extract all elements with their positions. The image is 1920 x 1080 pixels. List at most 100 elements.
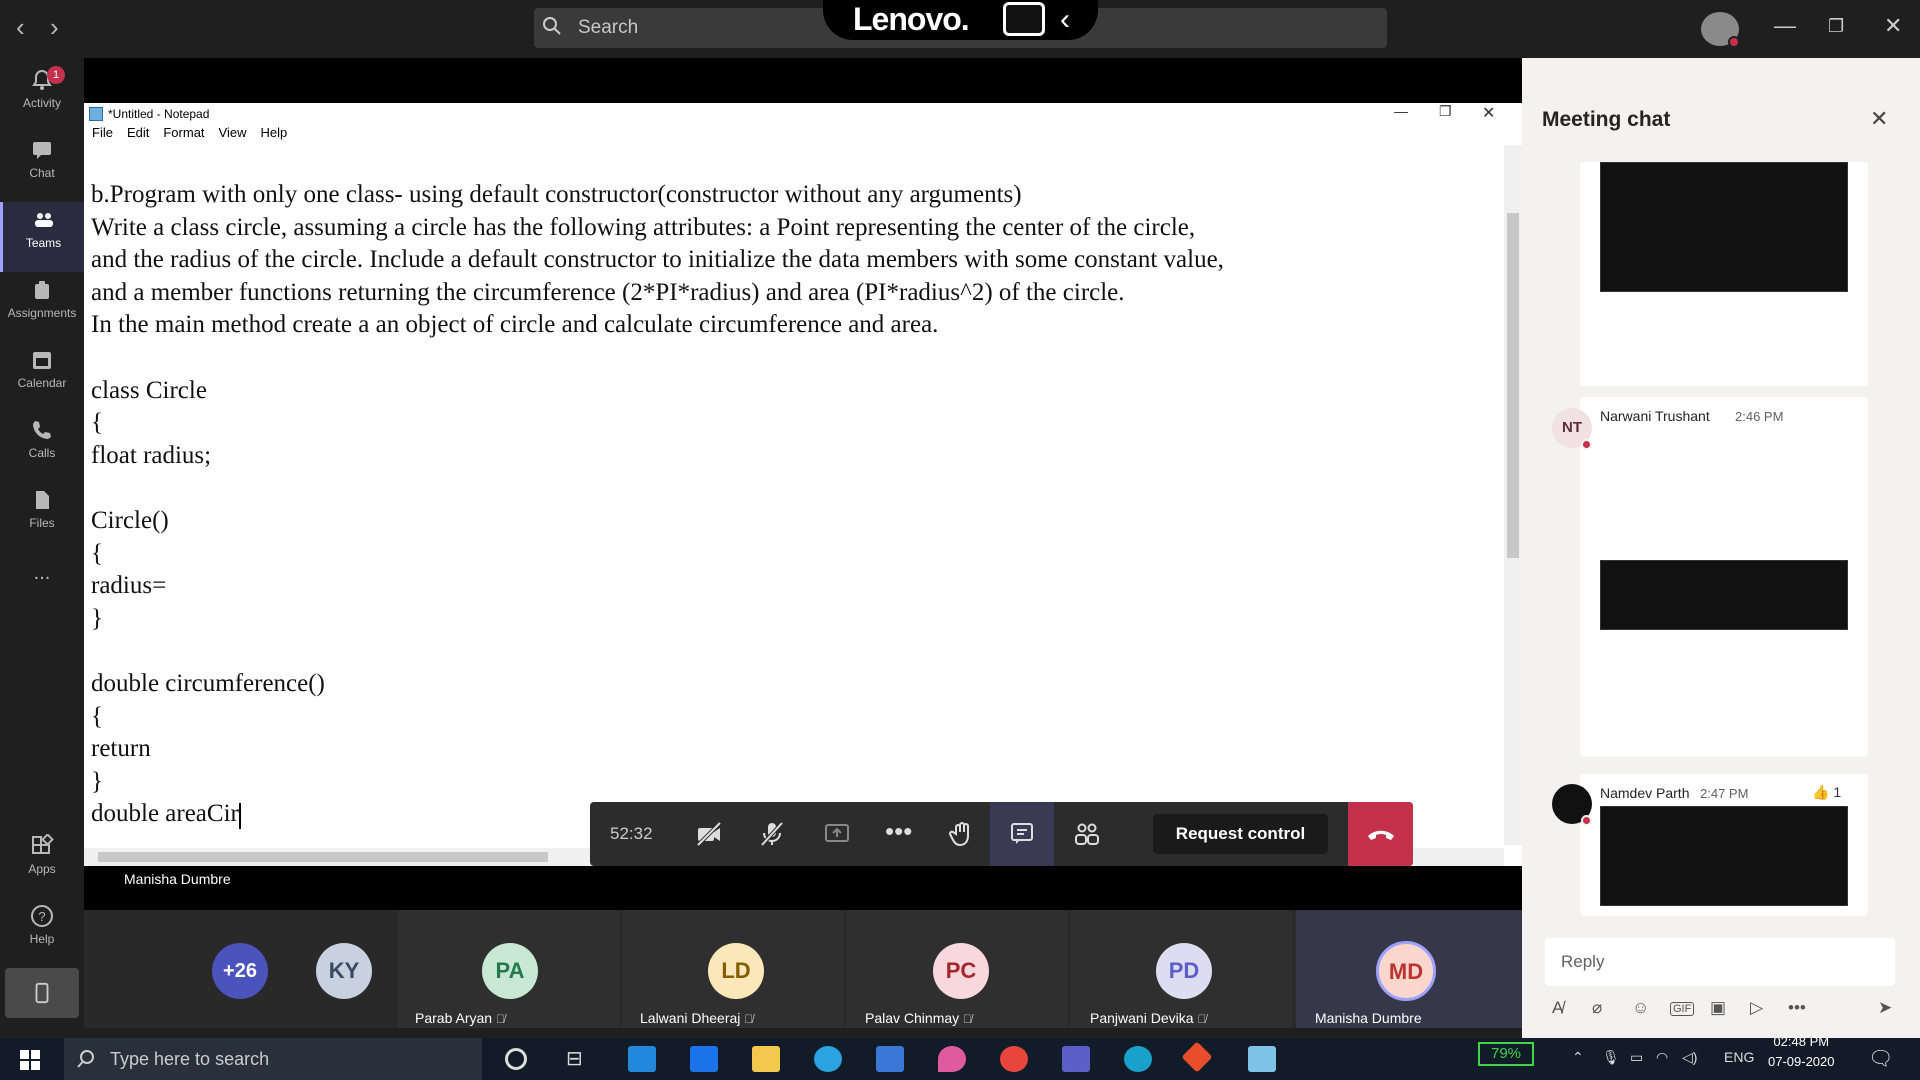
menu-file[interactable]: File bbox=[92, 125, 113, 140]
task-view-icon[interactable]: ⊟ bbox=[566, 1046, 594, 1072]
share-screen-icon[interactable] bbox=[823, 820, 851, 848]
more-options-icon[interactable]: ••• bbox=[1788, 998, 1806, 1018]
rail-label: Apps bbox=[28, 862, 56, 876]
avatar: PC bbox=[933, 943, 989, 999]
emoji-icon[interactable]: ☺ bbox=[1632, 998, 1649, 1018]
lenovo-collapse-icon[interactable]: ‹ bbox=[1060, 3, 1070, 37]
rail-item-teams[interactable]: Teams bbox=[0, 202, 84, 272]
praise-icon[interactable]: ▷ bbox=[1750, 998, 1763, 1018]
minimize-icon[interactable]: — bbox=[1774, 13, 1796, 39]
calculator-icon[interactable] bbox=[876, 1046, 904, 1072]
message-sender: Namdev Parth bbox=[1600, 785, 1690, 801]
rail-item-help[interactable]: ? Help bbox=[0, 898, 84, 968]
apps-icon bbox=[32, 834, 54, 854]
taskbar-search-input[interactable]: Type here to search bbox=[64, 1038, 482, 1080]
rail-item-apps[interactable]: Apps bbox=[0, 828, 84, 898]
rail-label: Help bbox=[29, 932, 55, 946]
presence-busy-icon bbox=[1581, 815, 1592, 826]
taskbar-clock[interactable]: 02:48 PM 07-09-2020 bbox=[1768, 1032, 1835, 1072]
participant-tile[interactable]: LD Lalwani Dheeraj 🎙̸ bbox=[622, 910, 844, 1028]
menu-edit[interactable]: Edit bbox=[127, 125, 149, 140]
language-indicator[interactable]: ENG bbox=[1724, 1049, 1754, 1065]
mail-icon[interactable] bbox=[690, 1046, 718, 1072]
notepad-title: *Untitled - Notepad bbox=[108, 107, 210, 121]
participant-tile[interactable]: PC Palav Chinmay 🎙̸ bbox=[846, 910, 1068, 1028]
screenshot-image[interactable] bbox=[1600, 162, 1848, 292]
telegram-icon[interactable] bbox=[814, 1046, 842, 1072]
notepad-text-area[interactable]: b.Program with only one class- using def… bbox=[91, 179, 1491, 831]
clock-time: 02:48 PM bbox=[1773, 1034, 1830, 1049]
search-icon bbox=[77, 1050, 94, 1068]
assignments-icon bbox=[35, 281, 49, 299]
sticker-icon[interactable]: ▣ bbox=[1710, 998, 1726, 1018]
menu-format[interactable]: Format bbox=[163, 125, 204, 140]
show-hidden-icons-icon[interactable]: ⌃ bbox=[1572, 1049, 1584, 1066]
attach-icon[interactable]: ⌀ bbox=[1592, 998, 1602, 1018]
screenshot-image[interactable] bbox=[1600, 560, 1848, 630]
mobile-device-icon bbox=[35, 982, 49, 1004]
cortana-icon[interactable] bbox=[505, 1048, 527, 1070]
teams-taskbar-icon[interactable] bbox=[1062, 1046, 1090, 1072]
rail-label: Calendar bbox=[17, 376, 67, 390]
lenovo-logo: Lenovo. bbox=[853, 1, 970, 37]
rail-item-activity[interactable]: Activity bbox=[0, 62, 84, 132]
request-control-button[interactable]: Request control bbox=[1153, 814, 1328, 854]
device-button[interactable] bbox=[5, 968, 79, 1018]
git-icon[interactable] bbox=[1181, 1041, 1213, 1073]
close-icon[interactable]: ✕ bbox=[1884, 13, 1902, 39]
notepad-line bbox=[91, 635, 1491, 668]
format-icon[interactable]: A̸ bbox=[1552, 998, 1563, 1018]
horizontal-scroll-thumb[interactable] bbox=[98, 852, 548, 862]
back-arrow-icon[interactable]: ‹ bbox=[16, 12, 25, 43]
rail-item-calls[interactable]: Calls bbox=[0, 412, 84, 482]
participant-tile[interactable]: KY bbox=[316, 943, 372, 999]
file-explorer-icon[interactable] bbox=[752, 1046, 780, 1072]
notifications-icon[interactable]: 🗨 bbox=[1868, 1046, 1893, 1071]
gif-icon[interactable]: GIF bbox=[1670, 1002, 1695, 1016]
mic-off-icon[interactable] bbox=[758, 820, 786, 848]
camera-off-icon[interactable] bbox=[695, 820, 723, 848]
edge-icon[interactable] bbox=[1124, 1046, 1152, 1072]
more-icon[interactable]: ... bbox=[0, 562, 84, 632]
forward-arrow-icon[interactable]: › bbox=[50, 12, 59, 43]
notepad-taskbar-icon[interactable] bbox=[1248, 1046, 1276, 1072]
chat-toggle-button[interactable] bbox=[990, 802, 1054, 866]
reply-input[interactable]: Reply bbox=[1545, 938, 1895, 986]
windows-start-icon[interactable] bbox=[20, 1050, 40, 1070]
chrome-icon[interactable] bbox=[1000, 1046, 1028, 1072]
menu-view[interactable]: View bbox=[219, 125, 247, 140]
vscode-icon[interactable] bbox=[628, 1046, 656, 1072]
rail-item-calendar[interactable]: Calendar bbox=[0, 342, 84, 412]
participant-tile[interactable]: PD Panjwani Devika 🎙̸ bbox=[1070, 910, 1292, 1028]
paint-icon[interactable] bbox=[938, 1046, 966, 1072]
rail-item-assignments[interactable]: Assignments bbox=[0, 272, 84, 342]
participant-tile-speaking[interactable]: MD Manisha Dumbre bbox=[1296, 910, 1522, 1028]
microphone-icon[interactable]: 🎙 bbox=[1602, 1049, 1620, 1066]
rail-item-chat[interactable]: Chat bbox=[0, 132, 84, 202]
avatar: MD bbox=[1376, 941, 1436, 1001]
network-icon[interactable]: ◠ bbox=[1656, 1049, 1668, 1066]
overflow-participants-button[interactable]: +26 bbox=[212, 943, 268, 999]
hang-up-button[interactable] bbox=[1348, 802, 1413, 866]
raise-hand-icon[interactable] bbox=[948, 820, 976, 848]
send-icon[interactable]: ➤ bbox=[1878, 998, 1892, 1018]
notepad-minimize-icon[interactable]: — bbox=[1394, 103, 1408, 119]
battery-icon[interactable]: ▭ bbox=[1630, 1049, 1643, 1066]
menu-help[interactable]: Help bbox=[260, 125, 287, 140]
screenshot-image[interactable] bbox=[1600, 806, 1848, 906]
notepad-close-icon[interactable]: ✕ bbox=[1482, 103, 1495, 123]
participants-icon[interactable] bbox=[1073, 820, 1101, 848]
close-icon[interactable]: ✕ bbox=[1870, 106, 1888, 132]
battery-indicator[interactable]: 79% bbox=[1478, 1042, 1534, 1066]
overflow-count: +26 bbox=[212, 943, 268, 999]
rail-item-files[interactable]: Files bbox=[0, 482, 84, 552]
volume-icon[interactable]: ◁) bbox=[1682, 1049, 1697, 1066]
more-actions-icon[interactable]: ••• bbox=[885, 816, 912, 846]
participant-tile[interactable]: PA Parab Aryan 🎙̸ bbox=[398, 910, 620, 1028]
like-reaction[interactable]: 👍 1 bbox=[1812, 784, 1841, 801]
restore-icon[interactable]: ❐ bbox=[1828, 16, 1844, 37]
notepad-restore-icon[interactable]: ❐ bbox=[1439, 103, 1452, 120]
vertical-scroll-thumb[interactable] bbox=[1507, 213, 1519, 558]
lenovo-user-icon[interactable] bbox=[1003, 2, 1045, 36]
notepad-line: } bbox=[91, 767, 103, 795]
